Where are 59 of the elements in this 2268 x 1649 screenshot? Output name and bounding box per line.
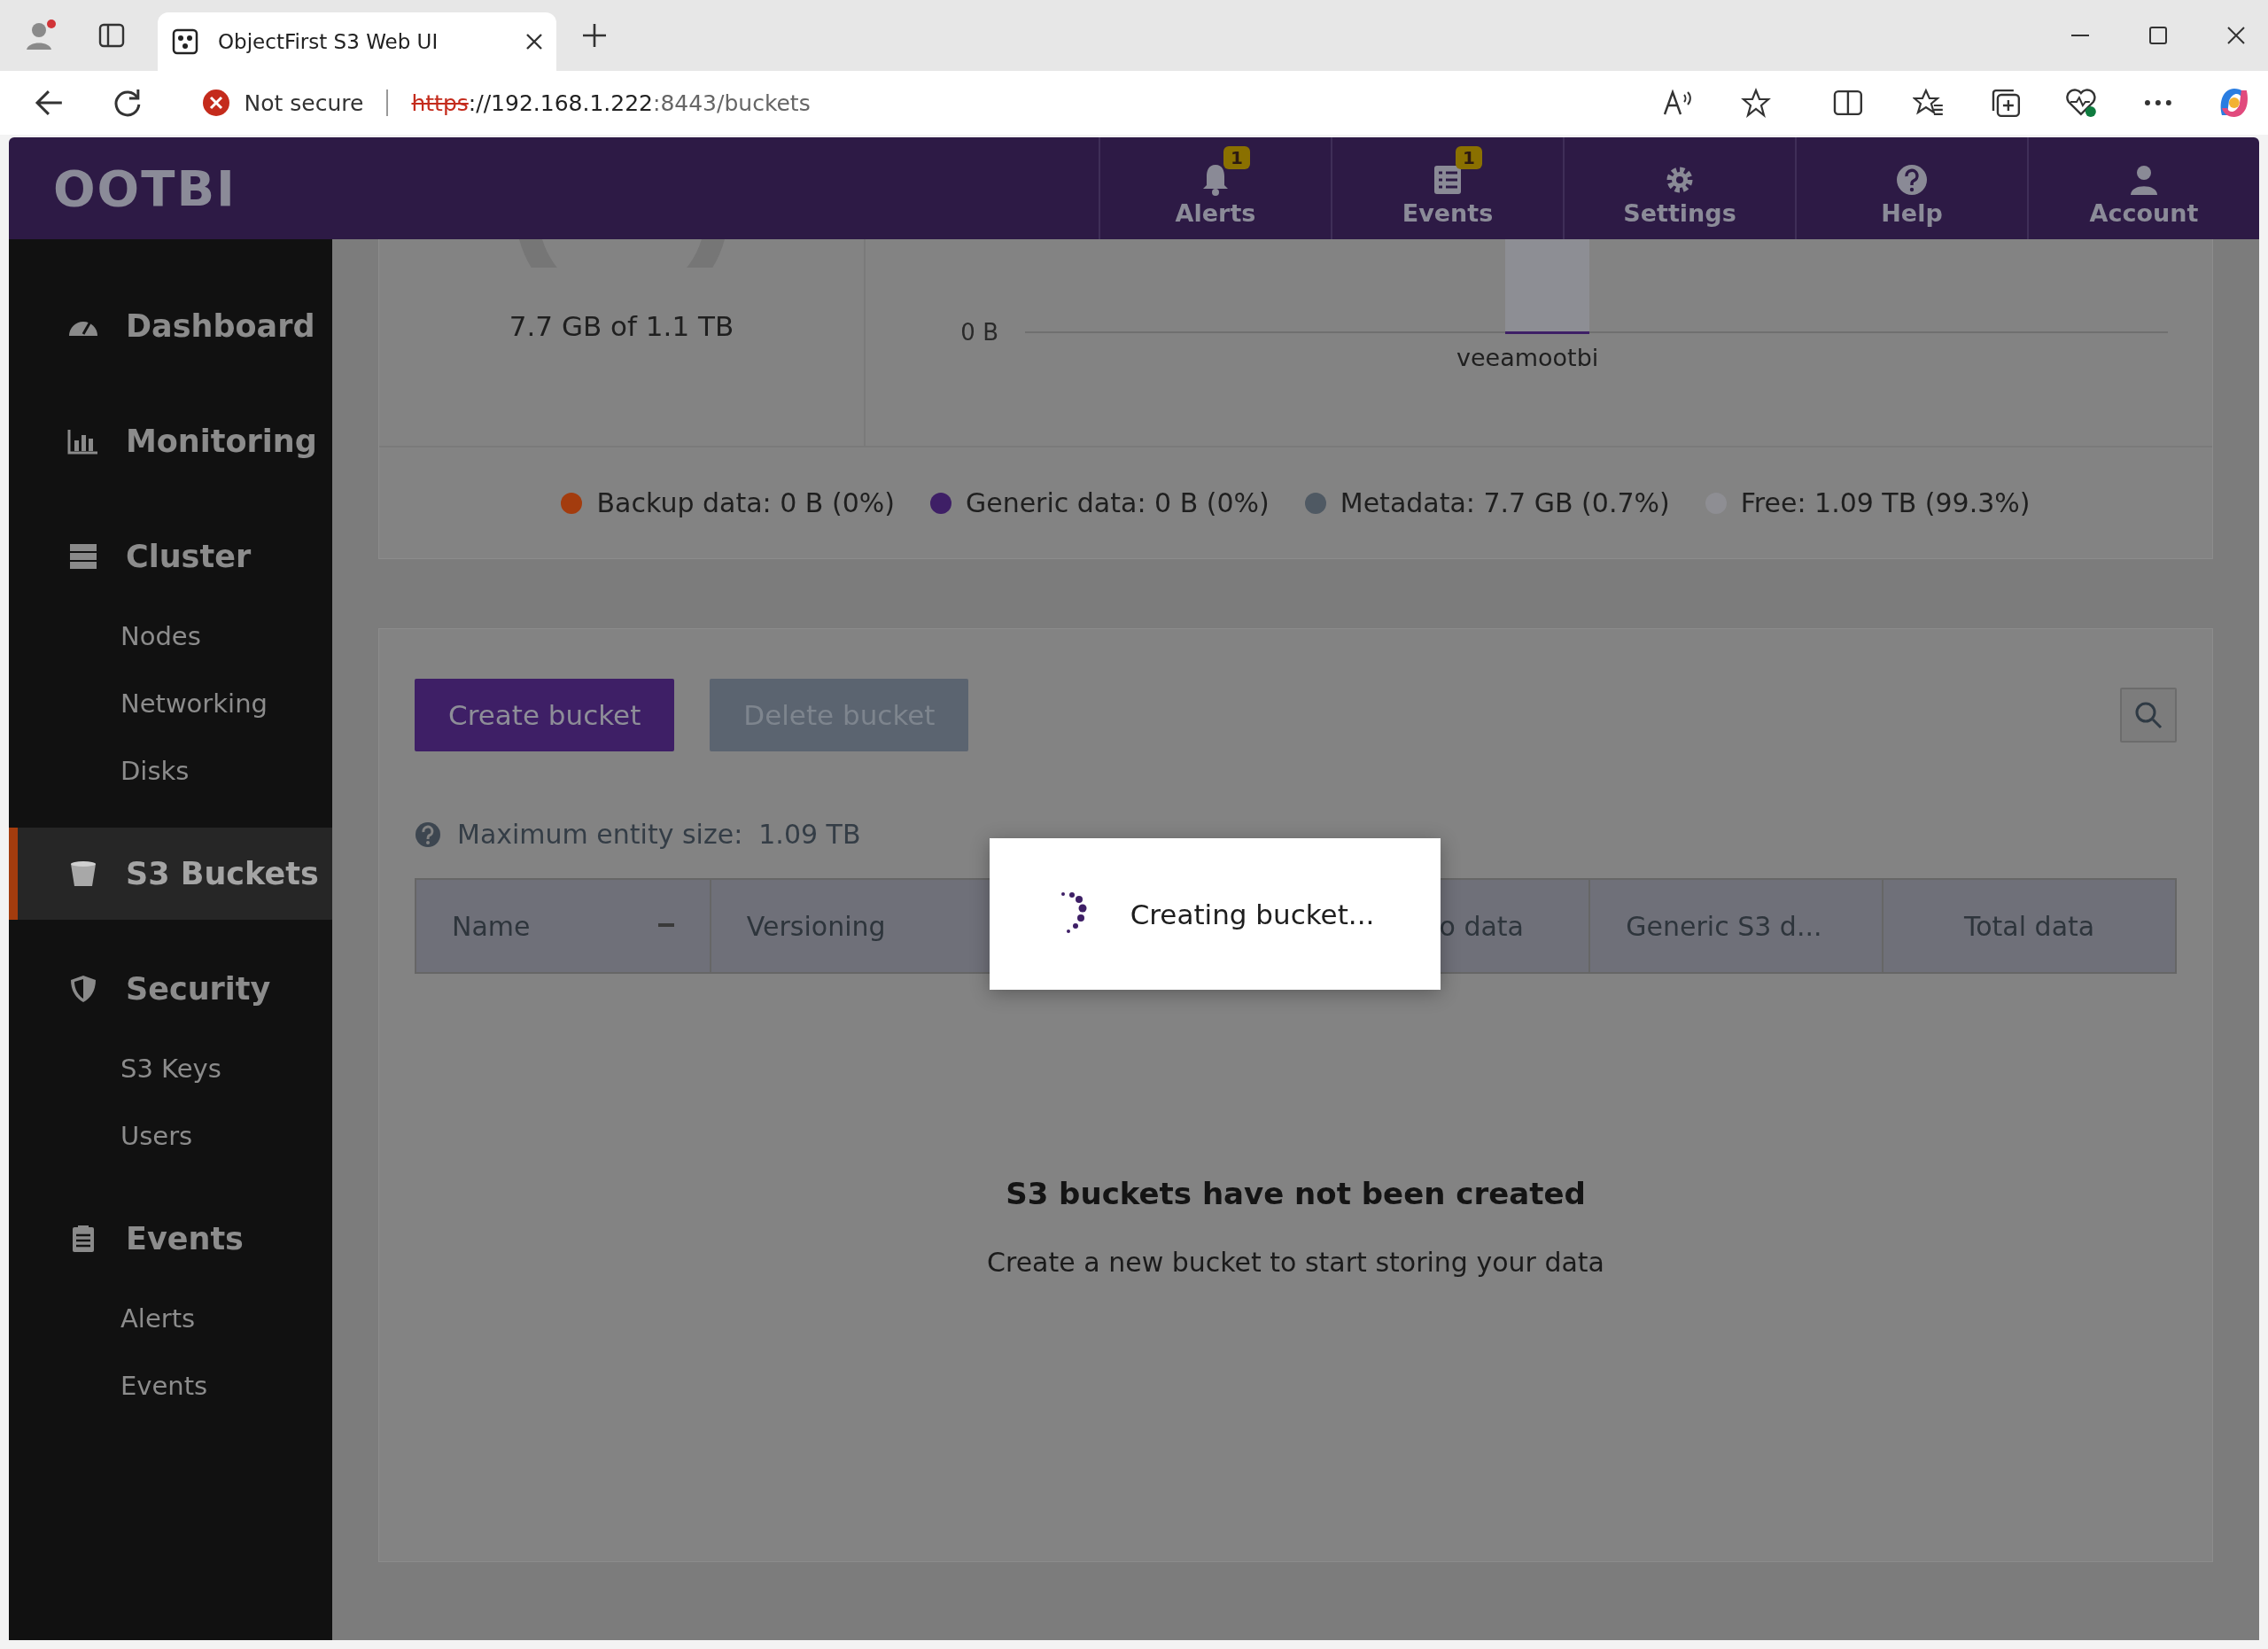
count-badge: 1 [1223, 146, 1250, 169]
search-button[interactable] [2120, 688, 2177, 743]
empty-title: S3 buckets have not been created [1006, 1176, 1586, 1211]
browser-tab[interactable]: ObjectFirst S3 Web UI [158, 12, 556, 71]
heart-pulse-icon[interactable] [2064, 88, 2097, 118]
axis-label: 0 B [959, 319, 998, 346]
sidebar-subitem[interactable]: Users [9, 1102, 332, 1170]
count-badge: 1 [1456, 146, 1482, 169]
sidebar-item[interactable]: Monitoring [9, 395, 332, 487]
logo[interactable]: OOTBI [53, 159, 237, 217]
user-icon [2128, 164, 2160, 196]
empty-text: Create a new bucket to start storing your data [987, 1247, 1604, 1278]
legend-label: Free: 1.09 TB (99.3%) [1740, 487, 2031, 518]
collections-icon[interactable] [1990, 88, 2021, 118]
bar-chart-icon [67, 428, 99, 455]
sidebar-item[interactable]: Cluster [9, 510, 332, 603]
tab-title: ObjectFirst S3 Web UI [218, 30, 439, 53]
nav-label: Events [1402, 199, 1494, 227]
create-bucket-button[interactable]: Create bucket [415, 679, 675, 751]
sidebar-subitem[interactable]: Events [9, 1352, 332, 1420]
nav-label: Settings [1623, 199, 1736, 227]
help-icon[interactable] [415, 821, 441, 848]
nav-label: Help [1881, 199, 1943, 227]
sidebar-item[interactable]: S3 Buckets [9, 828, 332, 920]
security-label[interactable]: Not secure [244, 89, 364, 116]
server-icon [67, 543, 99, 570]
sidebar-item[interactable]: Security [9, 943, 332, 1035]
max-size-value: 1.09 TB [758, 819, 861, 850]
close-icon[interactable] [524, 32, 544, 51]
sidebar-item[interactable]: Events [9, 1193, 332, 1285]
close-window-icon[interactable] [2225, 25, 2247, 46]
checklist-icon [1433, 164, 1463, 196]
legend-label: Metadata: 7.7 GB (0.7%) [1340, 487, 1670, 518]
nav-label: Account [2089, 199, 2199, 227]
sidebar-subitem[interactable]: Networking [9, 670, 332, 737]
sidebar-subitem[interactable]: S3 Keys [9, 1035, 332, 1102]
new-tab-icon[interactable] [581, 22, 608, 49]
capacity-summary: 7.7 GB of 1.1 TB [509, 310, 734, 342]
read-aloud-icon[interactable] [1663, 89, 1694, 116]
site-icon [172, 28, 198, 55]
nav-label: Alerts [1175, 199, 1256, 227]
max-size-label: Maximum entity size: [457, 819, 743, 850]
warning-icon [201, 89, 230, 117]
legend-label: Generic data: 0 B (0%) [965, 487, 1270, 518]
sidebar-subitem[interactable]: Disks [9, 737, 332, 805]
search-icon [2133, 700, 2163, 730]
more-icon[interactable] [2144, 98, 2173, 107]
bar-label: veeamootbi [1456, 344, 1599, 371]
sidebar-subitem[interactable]: Alerts [9, 1285, 332, 1352]
url-text: https://192.168.1.222:8443/buckets [411, 89, 811, 116]
legend-label: Backup data: 0 B (0%) [596, 487, 895, 518]
help-icon [1896, 164, 1928, 196]
tab-actions-icon[interactable] [97, 21, 126, 50]
maximize-icon[interactable] [2148, 25, 2169, 46]
star-icon[interactable] [1741, 88, 1772, 118]
sidebar-item[interactable]: Dashboard [9, 280, 332, 372]
split-screen-icon[interactable] [1833, 89, 1864, 116]
sidebar-subitem[interactable]: Nodes [9, 603, 332, 670]
favorites-icon[interactable] [1913, 88, 1945, 118]
